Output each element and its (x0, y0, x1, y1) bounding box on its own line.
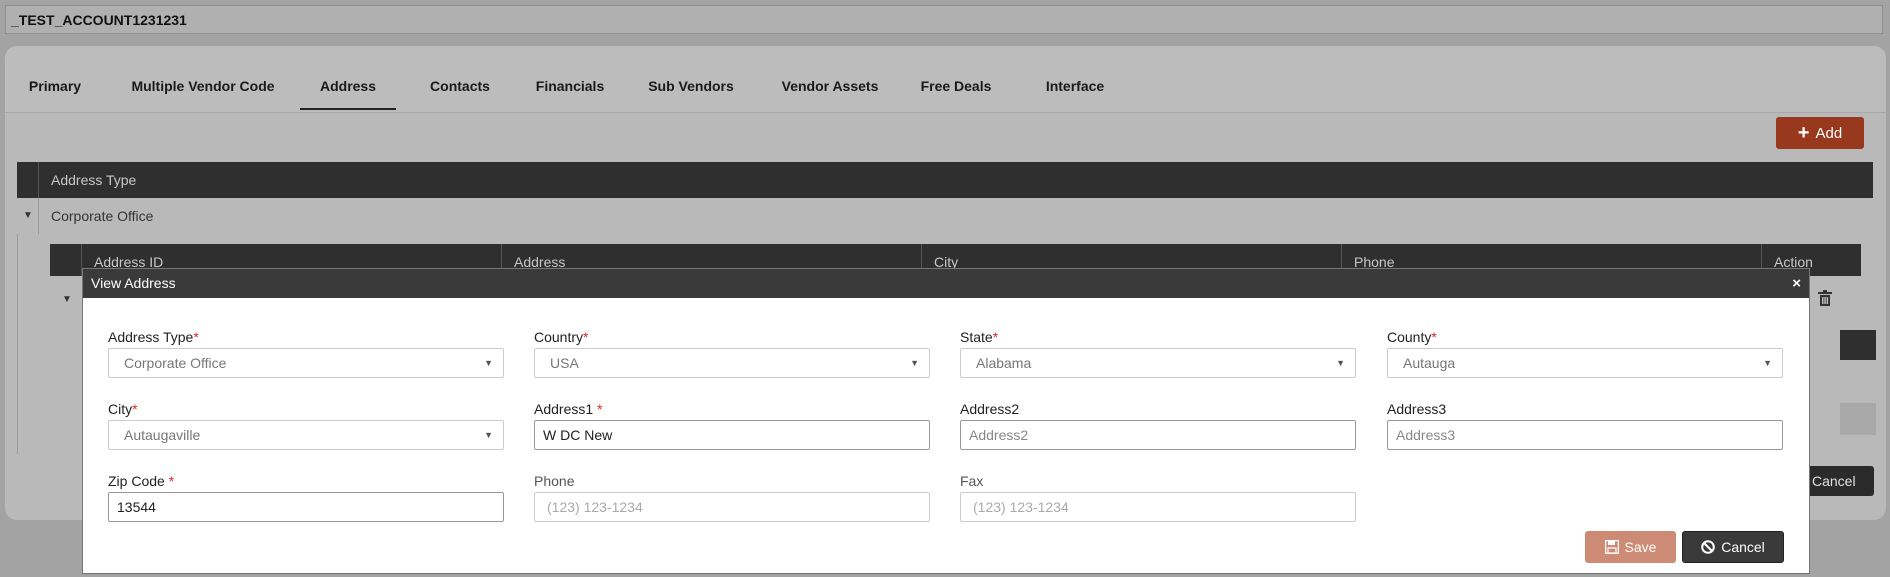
required-marker: * (597, 401, 603, 417)
state-select[interactable]: Alabama ▼ (960, 348, 1356, 378)
subgrid-gutter (50, 244, 81, 276)
address-type-label-text: Address Type (108, 329, 194, 345)
address1-label-text: Address1 (534, 401, 594, 417)
zip-code-input[interactable]: 13544 (108, 492, 504, 522)
tab-free-deals[interactable]: Free Deals (913, 46, 999, 112)
required-marker: * (992, 329, 999, 345)
tab-interface[interactable]: Interface (1025, 46, 1125, 112)
row-expand-caret-icon[interactable]: ▼ (62, 294, 72, 305)
address-type-select[interactable]: Corporate Office ▼ (108, 348, 504, 378)
required-marker: * (583, 329, 589, 345)
tab-vendor-assets[interactable]: Vendor Assets (772, 46, 888, 112)
tab-contacts[interactable]: Contacts (420, 46, 500, 112)
country-select[interactable]: USA ▼ (534, 348, 930, 378)
address2-label: Address2 (960, 401, 1020, 417)
address1-label: Address1 * (534, 401, 603, 417)
county-label-text: County (1387, 329, 1432, 345)
zip-code-label: Zip Code * (108, 473, 174, 489)
cancel-button-label: Cancel (1721, 539, 1765, 555)
save-button[interactable]: Save (1585, 531, 1676, 563)
city-select[interactable]: Autaugaville ▼ (108, 420, 504, 450)
required-marker: * (193, 329, 199, 345)
tab-address[interactable]: Address (300, 46, 396, 110)
close-icon[interactable]: × (1792, 269, 1801, 298)
floppy-disk-icon (1604, 540, 1619, 554)
fax-input[interactable]: (123) 123-1234 (960, 492, 1356, 522)
phone-label: Phone (534, 473, 575, 489)
group-row[interactable]: ▼ Corporate Office (17, 198, 1873, 234)
dropdown-arrow-icon: ▼ (1763, 358, 1772, 368)
address1-input[interactable]: W DC New (534, 420, 930, 450)
subgrid-row-fragment (1840, 403, 1876, 435)
save-button-label: Save (1624, 539, 1657, 555)
grid-left-border (17, 234, 18, 454)
required-marker: * (132, 401, 138, 417)
city-label-text: City (108, 401, 133, 417)
address3-label: Address3 (1387, 401, 1447, 417)
city-label: City* (108, 401, 138, 417)
county-select[interactable]: Autauga ▼ (1387, 348, 1783, 378)
add-button-label: Add (1815, 124, 1843, 142)
address-type-label: Address Type* (108, 329, 199, 345)
county-label: County* (1387, 329, 1437, 345)
dropdown-arrow-icon: ▼ (1336, 358, 1345, 368)
tab-bar: Primary Multiple Vendor Code Address Con… (5, 46, 1886, 113)
required-marker: * (1431, 329, 1437, 345)
required-marker: * (168, 473, 175, 489)
county-value: Autauga (1403, 355, 1456, 371)
account-title-bar: _TEST_ACCOUNT1231231 (5, 5, 1883, 34)
modal-title: View Address (91, 275, 176, 291)
tab-primary[interactable]: Primary (17, 46, 93, 112)
country-label: Country* (534, 329, 588, 345)
zip-code-label-text: Zip Code (108, 473, 165, 489)
address2-input[interactable]: Address2 (960, 420, 1356, 450)
address-type-value: Corporate Office (124, 355, 227, 371)
fax-label: Fax (960, 473, 984, 489)
collapse-caret-icon[interactable]: ▼ (23, 198, 33, 234)
phone-input[interactable]: (123) 123-1234 (534, 492, 930, 522)
modal-header: View Address × (83, 269, 1809, 298)
state-value: Alabama (976, 355, 1032, 371)
cancel-button[interactable]: Cancel (1682, 531, 1784, 563)
subgrid-row-header-fragment (1840, 330, 1876, 360)
plus-icon: + (1797, 122, 1810, 144)
group-row-divider (38, 198, 39, 234)
view-address-modal: View Address × Address Type* Corporate O… (82, 268, 1810, 574)
dropdown-arrow-icon: ▼ (484, 430, 493, 440)
city-value: Autaugaville (124, 427, 201, 443)
tab-financials[interactable]: Financials (525, 46, 615, 112)
grid-header-gutter (17, 162, 39, 198)
dropdown-arrow-icon: ▼ (910, 358, 919, 368)
tab-multiple-vendor-code[interactable]: Multiple Vendor Code (117, 46, 289, 112)
ban-icon (1701, 540, 1716, 554)
country-value: USA (550, 355, 579, 371)
address-type-grid-header: Address Type (17, 162, 1873, 198)
account-title: _TEST_ACCOUNT1231231 (11, 12, 187, 28)
address3-input[interactable]: Address3 (1387, 420, 1783, 450)
tab-sub-vendors[interactable]: Sub Vendors (638, 46, 744, 112)
state-label-text: State (960, 329, 993, 345)
trash-icon[interactable] (1818, 290, 1832, 306)
add-button[interactable]: + Add (1776, 117, 1864, 149)
dropdown-arrow-icon: ▼ (484, 358, 493, 368)
country-label-text: Country (534, 329, 584, 345)
address-type-column-header[interactable]: Address Type (51, 162, 136, 198)
state-label: State* (960, 329, 998, 345)
group-row-label: Corporate Office (51, 208, 154, 224)
